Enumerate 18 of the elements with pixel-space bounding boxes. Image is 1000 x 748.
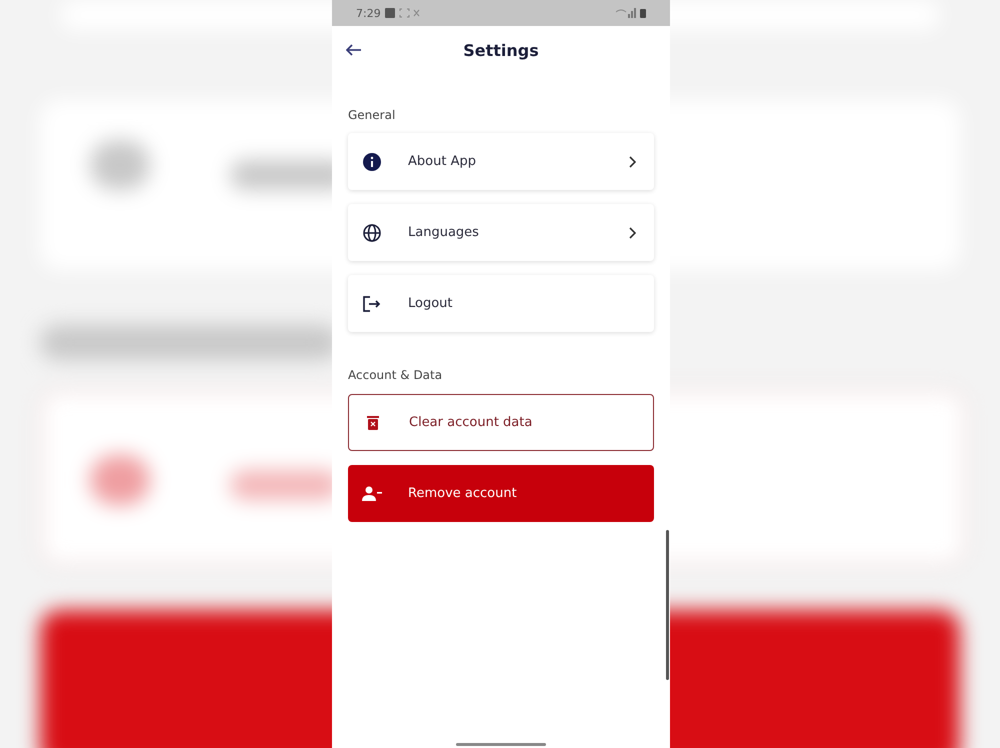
chevron-right-icon [628,156,636,168]
status-time: 7:29 [356,6,381,20]
back-button[interactable] [344,42,364,58]
logout-icon [362,296,382,312]
chevron-right-icon [628,226,636,238]
signal-battery-icons [616,8,646,18]
settings-item[interactable]: About App [348,133,654,190]
globe-icon [362,224,382,242]
settings-item[interactable]: Remove account [348,465,654,522]
settings-item[interactable]: Logout [348,275,654,332]
section-heading: General [348,108,396,122]
person-minus-icon [362,486,382,501]
notification-icons [384,8,421,18]
info-icon [362,152,382,170]
settings-item[interactable]: Languages [348,204,654,261]
section-heading: Account & Data [348,368,444,382]
settings-item[interactable]: Clear account data [348,394,654,451]
screen-title: Settings [463,40,539,60]
